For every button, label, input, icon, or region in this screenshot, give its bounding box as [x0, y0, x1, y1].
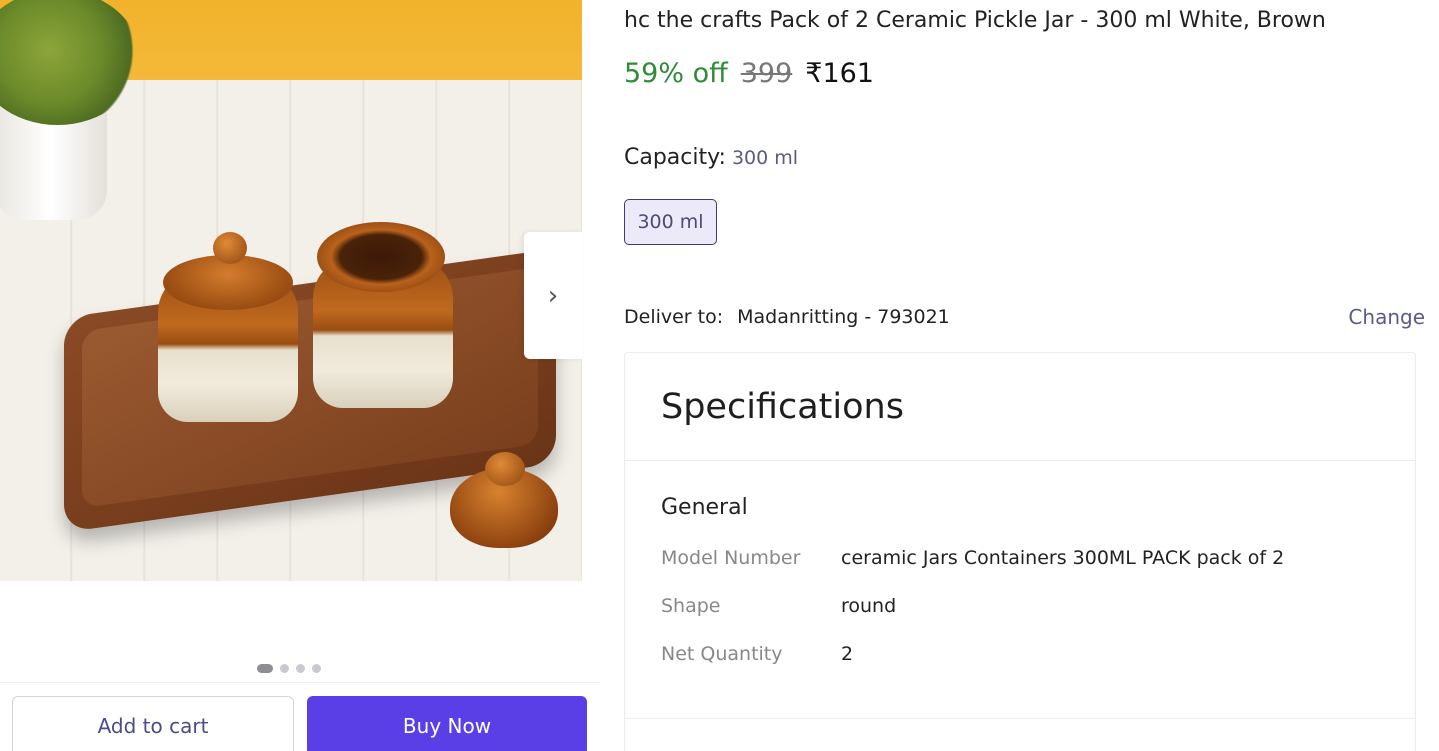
- capacity-label: Capacity:: [624, 145, 726, 170]
- spec-value: round: [841, 595, 897, 617]
- specifications-header: Specifications: [625, 353, 1415, 461]
- gallery-dot-1[interactable]: [257, 664, 273, 673]
- capacity-option-300ml[interactable]: 300 ml: [624, 199, 717, 245]
- specifications-title: Specifications: [661, 386, 904, 427]
- image-jar-mouth: [317, 222, 445, 292]
- chevron-right-icon: ›: [547, 280, 559, 311]
- spec-key: Model Number: [661, 547, 801, 569]
- product-image: [0, 0, 582, 581]
- deliver-address: Madanritting - 793021: [737, 306, 950, 328]
- price-row: 59% off 399 ₹161: [624, 58, 874, 89]
- product-title: hc the crafts Pack of 2 Ceramic Pickle J…: [624, 8, 1326, 33]
- action-bar: Add to cart Buy Now: [0, 682, 600, 751]
- original-price: 399: [740, 58, 793, 89]
- capacity-row: Capacity: 300 ml: [624, 145, 798, 170]
- next-image-button[interactable]: ›: [524, 232, 582, 359]
- discount-label: 59% off: [624, 58, 728, 89]
- gallery-dot-3[interactable]: [296, 664, 305, 673]
- add-to-cart-button[interactable]: Add to cart: [12, 696, 294, 751]
- gallery-dot-2[interactable]: [280, 664, 289, 673]
- spec-value: ceramic Jars Containers 300ML PACK pack …: [841, 547, 1285, 569]
- image-loose-knob: [485, 452, 525, 486]
- spec-value: 2: [841, 643, 854, 665]
- deliver-label: Deliver to:: [624, 306, 724, 328]
- spec-group-title: General: [661, 495, 748, 520]
- spec-row: Net Quantity 2: [661, 630, 1415, 678]
- product-gallery: › Add to cart Buy Now: [0, 0, 600, 751]
- buy-now-button[interactable]: Buy Now: [307, 696, 587, 751]
- spec-row: Model Number ceramic Jars Containers 300…: [661, 534, 1415, 582]
- spec-key: Shape: [661, 595, 721, 617]
- selling-price: ₹161: [805, 58, 874, 89]
- specifications-general: General Model Number ceramic Jars Contai…: [625, 461, 1415, 678]
- change-address-link[interactable]: Change: [1348, 305, 1425, 329]
- spec-key: Net Quantity: [661, 643, 783, 665]
- gallery-dot-4[interactable]: [312, 664, 321, 673]
- spec-row: Shape round: [661, 582, 1415, 630]
- image-jar-knob: [213, 232, 247, 264]
- gallery-pagination: [257, 664, 321, 673]
- capacity-selected: 300 ml: [731, 147, 799, 169]
- delivery-row: Deliver to: Madanritting - 793021 Change: [624, 305, 1425, 329]
- specifications-card: Specifications General Model Number cera…: [624, 352, 1416, 751]
- spec-divider: [625, 718, 1415, 719]
